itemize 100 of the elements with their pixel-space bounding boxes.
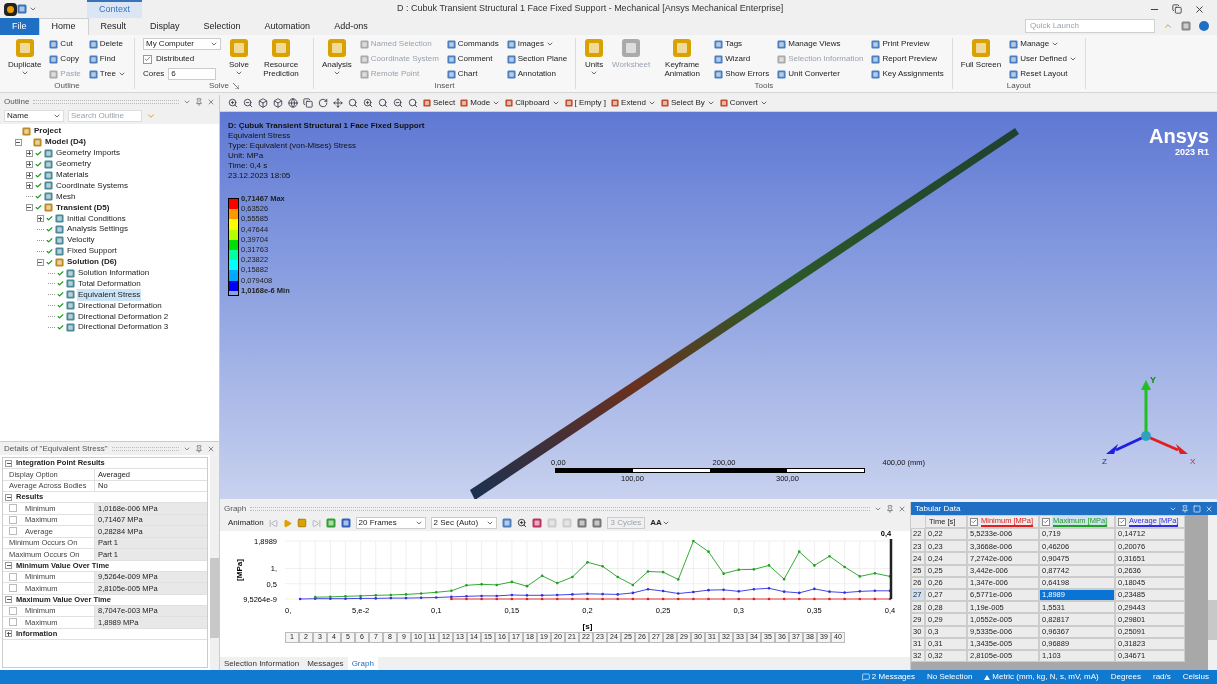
- result-info: Unit: MPa: [228, 151, 265, 161]
- toolbar-button[interactable]: [ Empty ]: [564, 97, 607, 109]
- group-label: Outline: [54, 80, 80, 92]
- ribbon-button[interactable]: Delete: [88, 38, 126, 50]
- toolbar-button[interactable]: Mode: [460, 97, 501, 109]
- tree-item[interactable]: Geometry: [55, 158, 93, 171]
- toolbar-button[interactable]: Extend: [611, 97, 656, 109]
- toolbar-button[interactable]: Select: [423, 97, 456, 109]
- ribbon-button[interactable]: Manage Views: [777, 38, 864, 50]
- ribbon-large-button[interactable]: Analysis: [322, 38, 352, 77]
- messages-status[interactable]: 2 Messages: [871, 671, 915, 683]
- tree-item[interactable]: Directional Deformation 2: [77, 310, 170, 323]
- group-label: Solve: [209, 80, 229, 92]
- tree-item[interactable]: Geometry Imports: [55, 147, 121, 160]
- unit-system[interactable]: Metric (mm, kg, N, s, mV, mA): [992, 671, 1099, 683]
- axis-label: X: [1190, 457, 1196, 466]
- ribbon-tab[interactable]: Selection: [191, 18, 253, 35]
- result-info: Type: Equivalent (von-Mises) Stress: [228, 141, 358, 151]
- tree-item[interactable]: Transient (D5): [55, 201, 111, 214]
- ribbon-button[interactable]: Tags: [714, 38, 770, 50]
- tree-item[interactable]: Velocity: [66, 234, 96, 247]
- ribbon-button[interactable]: Images: [506, 38, 568, 50]
- ribbon-button[interactable]: Find: [88, 53, 126, 65]
- ribbon-button[interactable]: Comment: [446, 53, 499, 65]
- cores-field[interactable]: 6: [168, 68, 217, 80]
- computer-dropdown[interactable]: My Computer: [143, 38, 221, 50]
- ribbon-large-button[interactable]: Keyframe Animation: [658, 38, 707, 78]
- axis-label: Z: [1102, 457, 1107, 466]
- ribbon-button[interactable]: Section Plane: [506, 53, 568, 65]
- axis-label: Y: [1150, 375, 1156, 385]
- version-label: 2023 R1: [1174, 147, 1209, 159]
- x-axis-title: [s]: [582, 622, 593, 631]
- ribbon-button[interactable]: Unit Converter: [777, 68, 864, 80]
- ribbon-large-button[interactable]: Units: [584, 38, 605, 77]
- ribbon-tab[interactable]: Home: [38, 18, 89, 35]
- frames-dropdown[interactable]: 20 Frames: [355, 517, 426, 529]
- ribbon-button[interactable]: Report Preview: [871, 53, 944, 65]
- temperature-unit[interactable]: Celsius: [1182, 671, 1209, 683]
- tree-item[interactable]: Materials: [55, 169, 90, 181]
- tree-item[interactable]: Analysis Settings: [66, 223, 129, 236]
- search-field[interactable]: Search Outline: [68, 110, 142, 122]
- ribbon-button[interactable]: Cut: [49, 38, 81, 50]
- ribbon-button[interactable]: User Defined: [1009, 53, 1077, 65]
- ribbon-button[interactable]: Tree: [88, 68, 126, 80]
- ribbon-button[interactable]: Show Errors: [714, 68, 770, 80]
- ribbon-large-button[interactable]: Resource Prediction: [257, 38, 305, 78]
- panel-tab[interactable]: Messages: [303, 657, 348, 670]
- panel-title: Tabular Data: [915, 502, 961, 515]
- result-heading: D: Çubuk Transient Structural 1 Face Fixed Support: [228, 121, 425, 131]
- ribbon-large-button[interactable]: Full Screen: [960, 38, 1002, 69]
- ribbon-button[interactable]: Annotation: [506, 68, 568, 80]
- filter-dropdown[interactable]: Name: [4, 110, 64, 122]
- toolbar-button[interactable]: Convert: [719, 97, 768, 109]
- group-label: Tools: [754, 80, 774, 92]
- tree-item[interactable]: Total Deformation: [77, 277, 142, 290]
- antialias-button[interactable]: AA: [650, 517, 670, 529]
- selection-status: No Selection: [927, 671, 973, 683]
- rotation-unit[interactable]: rad/s: [1152, 671, 1171, 683]
- tree-item[interactable]: Initial Conditions: [66, 212, 127, 225]
- ribbon-button[interactable]: Wizard: [714, 53, 770, 65]
- ribbon-tab[interactable]: Display: [138, 18, 192, 35]
- tree-item[interactable]: Mesh: [55, 190, 77, 203]
- panel-tab[interactable]: Selection Information: [220, 657, 304, 670]
- duration-dropdown[interactable]: 2 Sec (Auto): [430, 517, 497, 529]
- tree-item[interactable]: Directional Deformation 3: [77, 321, 170, 334]
- tree-item[interactable]: Equivalent Stress: [77, 288, 142, 301]
- panel-title: Details of "Equivalent Stress": [4, 442, 108, 455]
- checkbox-label: Distributed: [156, 53, 195, 65]
- ribbon-button[interactable]: Commands: [446, 38, 499, 50]
- tree-item[interactable]: Fixed Support: [66, 245, 118, 258]
- toolbar-button[interactable]: Select By: [660, 97, 715, 109]
- ribbon-large-button[interactable]: Solve: [229, 38, 249, 77]
- ribbon-button[interactable]: Copy: [49, 53, 81, 65]
- ribbon-tab[interactable]: Add-ons: [322, 18, 380, 35]
- ribbon-button[interactable]: Reset Layout: [1009, 68, 1077, 80]
- ribbon-tab[interactable]: Result: [88, 18, 139, 35]
- toolbar-button[interactable]: Clipboard: [505, 97, 560, 109]
- context-tab[interactable]: Context: [87, 0, 143, 18]
- field-label: Cores: [143, 68, 165, 80]
- ribbon-button[interactable]: Key Assignments: [871, 68, 944, 80]
- quick-launch-field[interactable]: Quick Launch: [1025, 18, 1155, 33]
- ribbon-tab[interactable]: File: [0, 18, 39, 35]
- ribbon-button[interactable]: Chart: [446, 68, 499, 80]
- ribbon-button[interactable]: Print Preview: [871, 38, 944, 50]
- angle-unit[interactable]: Degrees: [1110, 671, 1141, 683]
- ribbon-button[interactable]: Manage: [1009, 38, 1077, 50]
- tree-item[interactable]: Model (D4): [44, 136, 87, 149]
- ribbon-large-button[interactable]: Duplicate: [8, 38, 42, 77]
- group-label: Layout: [1006, 80, 1031, 92]
- logo-text: Ansys: [1148, 126, 1209, 146]
- tree-item[interactable]: Solution (D6): [66, 256, 118, 269]
- tree-item[interactable]: Coordinate Systems: [55, 179, 130, 192]
- tree-item[interactable]: Directional Deformation: [77, 299, 163, 312]
- ribbon-tab[interactable]: Automation: [252, 18, 323, 35]
- tree-item[interactable]: Project: [33, 125, 63, 138]
- group-label: Insert: [434, 80, 455, 92]
- result-info: 23.12.2023 18:05: [228, 171, 292, 181]
- tree-item[interactable]: Solution Information: [77, 267, 151, 280]
- animation-label: Animation: [228, 517, 264, 529]
- panel-tab[interactable]: Graph: [347, 657, 378, 670]
